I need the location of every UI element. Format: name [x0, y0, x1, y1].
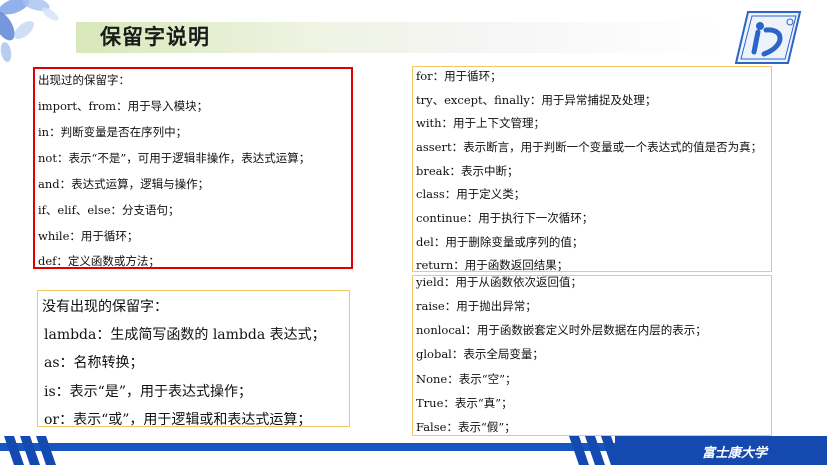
list-item: in：判断变量是否在序列中； [38, 125, 188, 139]
list-item: yield：用于从函数依次返回值； [416, 275, 583, 289]
unused-keywords-heading: 没有出现的保留字： [42, 299, 168, 315]
list-item: raise：用于抛出异常； [416, 299, 537, 313]
keywords-panel-right-top: for：用于循环； try、except、finally：用于异常捕捉及处理； … [412, 66, 772, 272]
used-keywords-heading: 出现过的保留字： [38, 73, 130, 87]
list-item: None：表示“空”； [416, 372, 517, 386]
used-keywords-panel: 出现过的保留字： import、from：用于导入模块； in：判断变量是否在序… [33, 67, 353, 269]
list-item: if、elif、else：分支语句； [38, 203, 180, 217]
keywords-panel-right-bottom: yield：用于从函数依次返回值； raise：用于抛出异常； nonlocal… [412, 275, 772, 436]
list-item: False：表示“假”； [416, 420, 516, 434]
page-title: 保留字说明 [100, 25, 210, 49]
list-item: return：用于函数返回结果； [416, 258, 569, 272]
list-item: try、except、finally：用于异常捕捉及处理； [416, 93, 657, 107]
list-item: not：表示“不是”，可用于逻辑非操作，表达式运算； [38, 151, 311, 165]
list-item: del：用于删除变量或序列的值； [416, 235, 584, 249]
list-item: for：用于循环； [416, 69, 502, 83]
list-item: while：用于循环； [38, 229, 139, 243]
list-item: class：用于定义类； [416, 187, 526, 201]
list-item: break：表示中断； [416, 164, 519, 178]
unused-keywords-panel: 没有出现的保留字： lambda：生成简写函数的 lambda 表达式； as：… [37, 290, 350, 428]
list-item: assert：表示断言，用于判断一个变量或一个表达式的值是否为真； [416, 140, 763, 154]
list-item: True：表示“真”； [416, 396, 513, 410]
list-item: global：表示全局变量； [416, 347, 544, 361]
list-item: def：定义函数或方法； [38, 254, 160, 268]
list-item: is：表示“是”，用于表达式操作； [44, 384, 252, 400]
university-logo-icon [734, 11, 802, 64]
list-item: import、from：用于导入模块； [38, 99, 209, 113]
list-item: nonlocal：用于函数嵌套定义时外层数据在内层的表示； [416, 323, 707, 337]
list-item: or：表示“或”，用于逻辑或和表达式运算； [44, 412, 312, 428]
list-item: with：用于上下文管理； [416, 116, 546, 130]
footer-stripe-icon [4, 436, 56, 465]
footer-university-name: 富士康大学 [701, 446, 767, 461]
list-item: as：名称转换； [44, 355, 144, 371]
list-item: continue：用于执行下一次循环； [416, 211, 594, 225]
petal-decoration-icon [0, 0, 59, 62]
list-item: lambda：生成简写函数的 lambda 表达式； [44, 327, 326, 343]
list-item: and：表达式运算，逻辑与操作； [38, 177, 210, 191]
footer-bar: 富士康大学 [0, 436, 827, 465]
